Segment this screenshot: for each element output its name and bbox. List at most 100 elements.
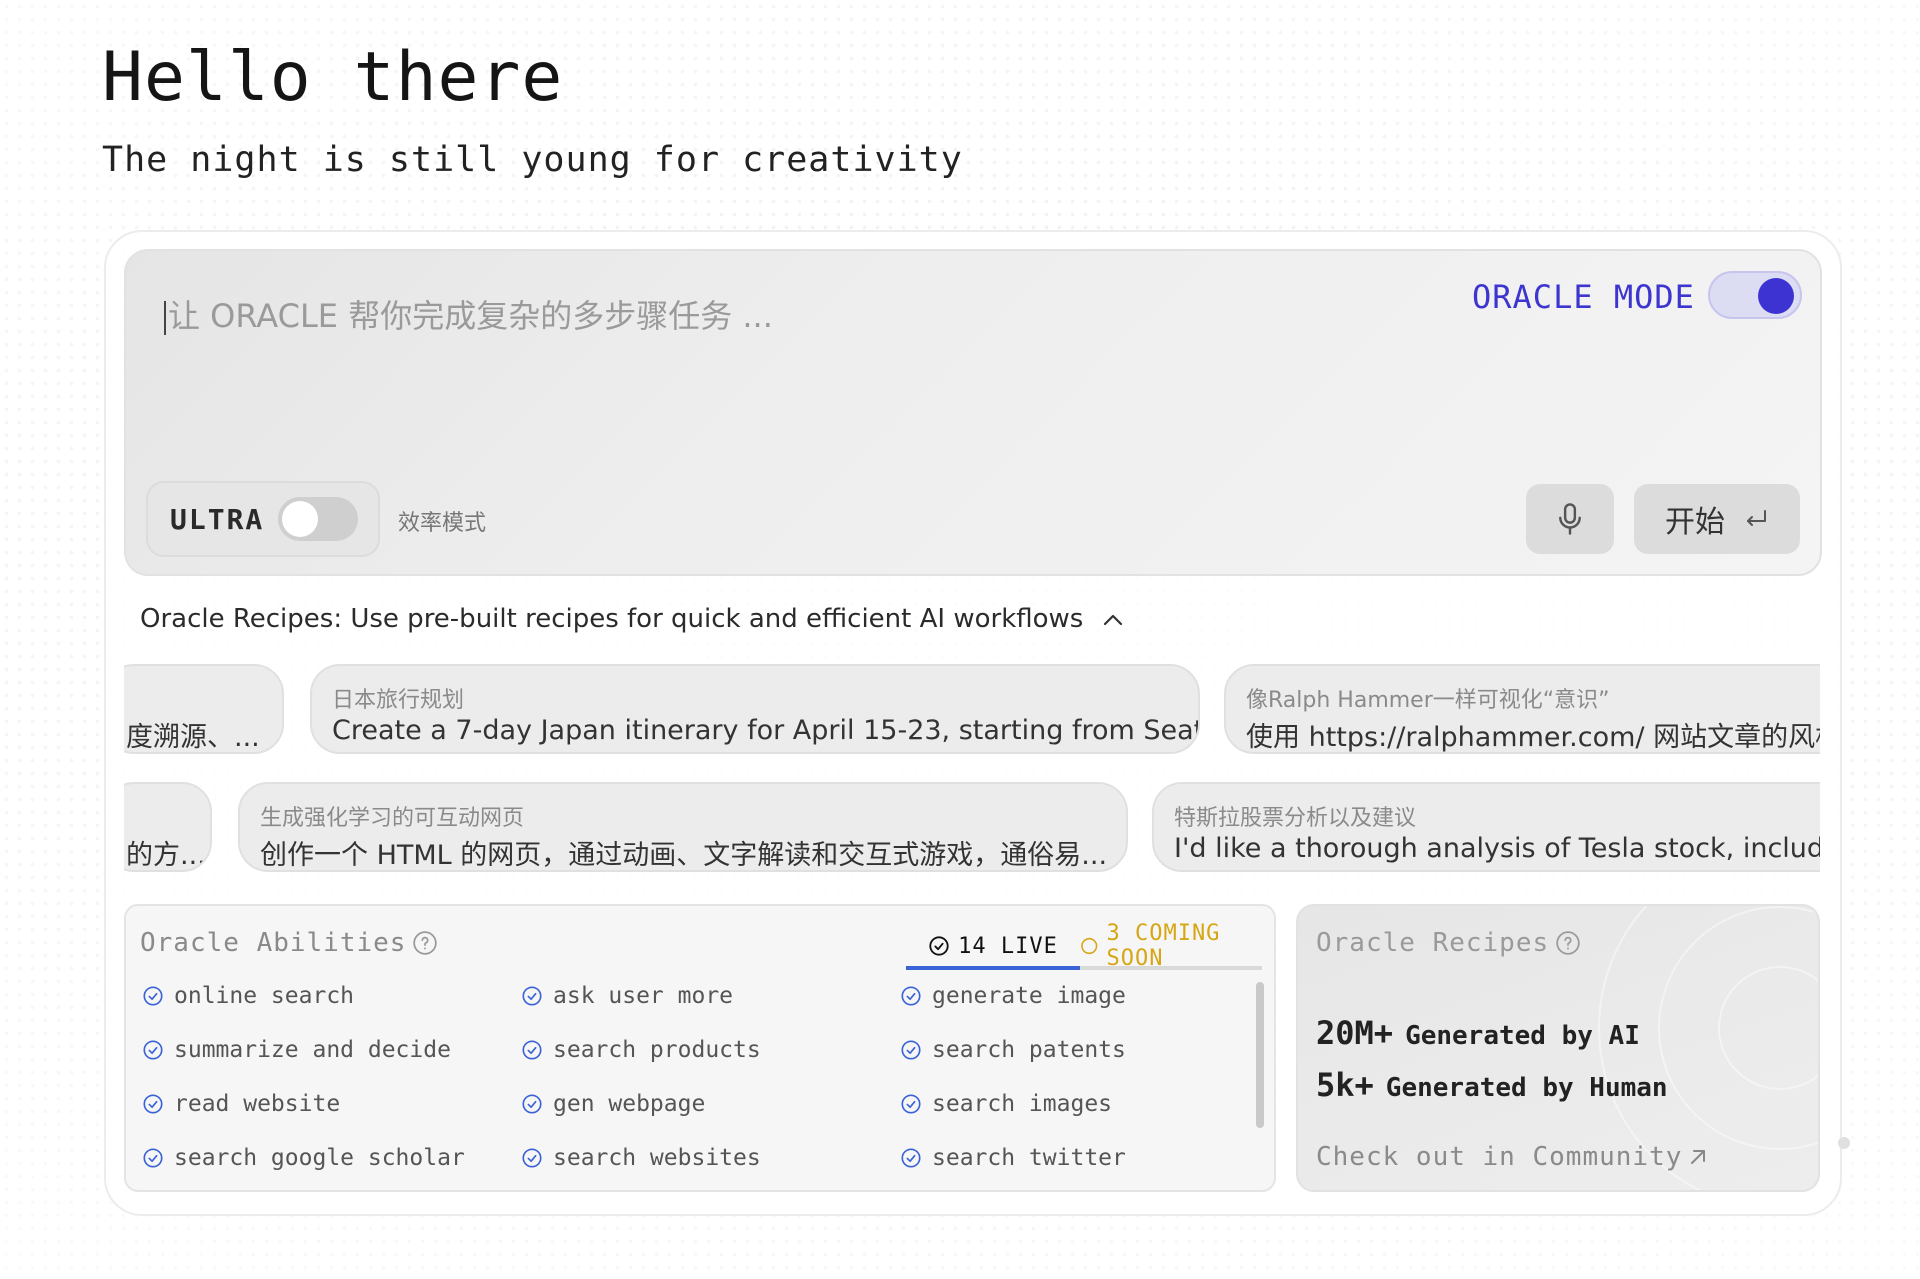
recipe-title: 像Ralph Hammer一样可视化“意识” <box>1246 688 1610 713</box>
check-circle-icon <box>143 986 163 1006</box>
recipes-carousel: 度溯源、... 日本旅行规划 Create a 7-day Japan itin… <box>124 662 1820 882</box>
ability-label: read website <box>174 1091 341 1117</box>
ability-item: ask user more <box>521 980 900 1012</box>
check-circle-icon <box>143 1094 163 1114</box>
recipe-title: 生成强化学习的可互动网页 <box>260 806 525 831</box>
oracle-abilities-panel: Oracle Abilities 14 LIVE 3 COMING SOON o… <box>124 904 1276 1192</box>
ability-item: search images <box>900 1088 1140 1120</box>
circle-icon <box>1081 937 1098 955</box>
recipes-stats-title: Oracle Recipes <box>1316 928 1550 958</box>
recipe-subtitle: Create a 7-day Japan itinerary for April… <box>332 715 1200 746</box>
coming-soon-label: 3 COMING SOON <box>1106 921 1221 971</box>
ability-label: online search <box>174 983 355 1009</box>
ultra-toggle-group: ULTRA <box>146 481 380 557</box>
decorative-dot <box>1838 1137 1850 1149</box>
recipe-subtitle: 度溯源、... <box>126 722 260 753</box>
ability-label: search patents <box>932 1037 1126 1063</box>
check-circle-icon <box>901 986 921 1006</box>
ability-item: gen webpage <box>521 1088 900 1120</box>
help-circle-icon[interactable] <box>1555 930 1581 956</box>
tab-coming-soon[interactable]: 3 COMING SOON <box>1080 921 1262 971</box>
stat-ai-label: Generated by AI <box>1405 1021 1640 1051</box>
ability-item: read website <box>142 1088 521 1120</box>
ability-label: search twitter <box>932 1145 1126 1171</box>
community-label: Check out in Community <box>1316 1142 1683 1172</box>
prompt-input[interactable]: 让 ORACLE 帮你完成复杂的多步骤任务 ... <box>164 291 773 337</box>
stat-human-label: Generated by Human <box>1385 1073 1668 1103</box>
stat-human-generated: 5k+ Generated by Human <box>1316 1066 1668 1104</box>
recipe-title: 日本旅行规划 <box>332 688 465 713</box>
prompt-placeholder: 让 ORACLE 帮你完成复杂的多步骤任务 ... <box>168 297 773 335</box>
check-circle-icon <box>143 1148 163 1168</box>
start-label: 开始 <box>1665 505 1725 540</box>
ability-label: search products <box>553 1037 761 1063</box>
page-title: Hello there <box>102 38 564 117</box>
recipe-card[interactable]: 特斯拉股票分析以及建议 I'd like a thorough analysis… <box>1152 782 1820 872</box>
check-circle-icon <box>522 1148 542 1168</box>
recipe-card[interactable]: 日本旅行规划 Create a 7-day Japan itinerary fo… <box>310 664 1200 754</box>
recipe-subtitle: 创作一个 HTML 的网页，通过动画、文字解读和交互式游戏，通俗易... <box>260 840 1108 871</box>
recipe-card[interactable]: 度溯源、... <box>124 664 284 754</box>
recipe-card[interactable]: 生成强化学习的可互动网页 创作一个 HTML 的网页，通过动画、文字解读和交互式… <box>238 782 1128 872</box>
ability-label: ask user more <box>553 983 734 1009</box>
ability-item: summarize and decide <box>142 1034 521 1066</box>
oracle-mode-toggle[interactable] <box>1708 271 1802 319</box>
ability-label: gen webpage <box>553 1091 706 1117</box>
ultra-label: ULTRA <box>170 503 265 536</box>
oracle-recipes-stats-panel[interactable]: Oracle Recipes 20M+ Generated by AI 5k+ Ge… <box>1296 904 1820 1192</box>
recipes-toggle-heading[interactable]: Oracle Recipes: Use pre-built recipes fo… <box>140 604 1124 634</box>
recipe-title: 特斯拉股票分析以及建议 <box>1174 806 1417 831</box>
prompt-composer[interactable]: 让 ORACLE 帮你完成复杂的多步骤任务 ... ORACLE MODE UL… <box>124 249 1822 576</box>
recipe-subtitle: I'd like a thorough analysis of Tesla st… <box>1174 833 1820 864</box>
ability-item: search websites <box>521 1142 900 1174</box>
ability-label: generate image <box>932 983 1126 1009</box>
abilities-title: Oracle Abilities <box>140 928 407 958</box>
check-circle-icon <box>143 1040 163 1060</box>
text-caret <box>164 301 166 335</box>
chevron-up-icon <box>1103 614 1122 625</box>
check-circle-icon <box>901 1094 921 1114</box>
ability-label: search images <box>932 1091 1113 1117</box>
oracle-mode-label: ORACLE MODE <box>1472 278 1695 316</box>
enter-return-icon <box>1747 510 1766 526</box>
page-subtitle: The night is still young for creativity <box>102 140 963 180</box>
ability-label: search websites <box>553 1145 761 1171</box>
start-button[interactable]: 开始 <box>1634 484 1800 554</box>
microphone-button[interactable] <box>1526 484 1614 554</box>
recipes-heading-label: Oracle Recipes: Use pre-built recipes fo… <box>140 604 1084 634</box>
arrow-up-right-icon <box>1691 1150 1706 1164</box>
abilities-grid: online search ask user more generate image… <box>142 980 1142 1174</box>
ability-item: search patents <box>900 1034 1140 1066</box>
community-link[interactable]: Check out in Community <box>1316 1142 1710 1172</box>
ability-item: generate image <box>900 980 1140 1012</box>
recipe-card[interactable]: 的方... <box>124 782 212 872</box>
ability-item: search products <box>521 1034 900 1066</box>
recipe-subtitle: 使用 https://ralphammer.com/ 网站文章的风格 <box>1246 722 1820 753</box>
efficiency-mode-label: 效率模式 <box>398 511 487 536</box>
stat-human-value: 5k+ <box>1316 1066 1374 1104</box>
abilities-title-row: Oracle Abilities <box>140 928 438 958</box>
ability-item: online search <box>142 980 521 1012</box>
check-circle-icon <box>901 1040 921 1060</box>
check-circle-icon <box>522 1040 542 1060</box>
recipes-stats-title-row: Oracle Recipes <box>1316 928 1581 958</box>
help-circle-icon[interactable] <box>412 930 438 956</box>
abilities-scrollbar[interactable] <box>1256 982 1264 1128</box>
microphone-icon <box>1559 503 1581 535</box>
recipe-subtitle: 的方... <box>126 840 206 871</box>
check-circle-icon <box>522 1094 542 1114</box>
tab-live[interactable]: 14 LIVE <box>906 926 1080 970</box>
check-circle-icon <box>522 986 542 1006</box>
live-count-label: 14 LIVE <box>958 933 1058 959</box>
ability-label: summarize and decide <box>174 1037 451 1063</box>
ability-item: search google scholar <box>142 1142 521 1174</box>
ability-label: search google scholar <box>174 1145 465 1171</box>
stat-ai-value: 20M+ <box>1316 1014 1394 1052</box>
check-circle-icon <box>929 936 949 956</box>
check-circle-icon <box>901 1148 921 1168</box>
recipe-card[interactable]: 像Ralph Hammer一样可视化“意识” 使用 https://ralpha… <box>1224 664 1820 754</box>
toggle-knob <box>282 501 318 537</box>
ultra-toggle[interactable] <box>278 497 358 541</box>
toggle-knob <box>1758 278 1794 314</box>
stat-ai-generated: 20M+ Generated by AI <box>1316 1014 1640 1052</box>
